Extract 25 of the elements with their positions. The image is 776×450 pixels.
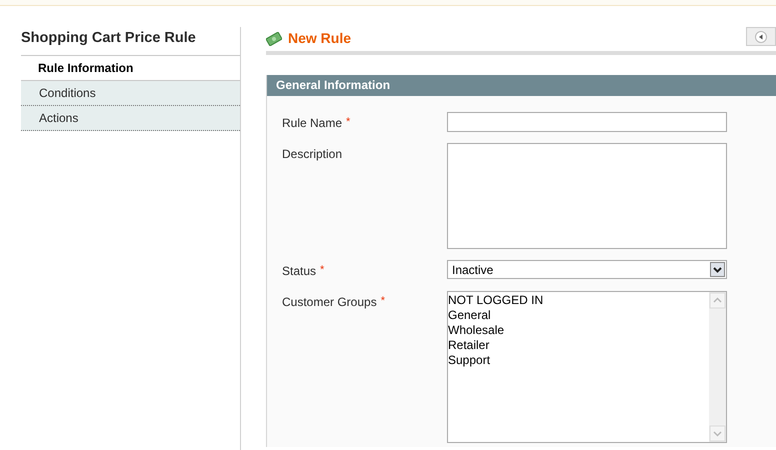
sidebar-tab[interactable]: Actions [21, 106, 240, 131]
required-mark: * [346, 115, 350, 130]
required-mark: * [320, 263, 324, 278]
section-header: General Information [267, 75, 776, 96]
back-button[interactable] [746, 27, 776, 46]
status-dropdown[interactable]: Inactive [447, 260, 727, 279]
scroll-up-icon[interactable] [709, 292, 726, 309]
sidebar-tab[interactable]: Conditions [21, 81, 240, 106]
customer-groups-list[interactable]: NOT LOGGED IN General Wholesale Retailer Support [447, 291, 727, 443]
field-label: Rule Name [282, 115, 342, 132]
money-icon [266, 32, 282, 46]
field-label: Description [282, 146, 342, 163]
rule-name-field[interactable] [447, 112, 727, 132]
list-option[interactable]: General [448, 308, 709, 323]
field-label: Status [282, 263, 316, 280]
list-option[interactable]: Retailer [448, 338, 709, 353]
list-option[interactable]: NOT LOGGED IN [448, 293, 709, 308]
list-option[interactable]: Support [448, 353, 709, 368]
description-field[interactable] [447, 143, 727, 249]
list-option[interactable]: Wholesale [448, 323, 709, 338]
page-title: New Rule [288, 29, 352, 48]
required-mark: * [380, 294, 385, 309]
scroll-down-icon[interactable] [709, 425, 726, 442]
scrollbar[interactable] [709, 292, 726, 442]
field-label: Customer Groups [282, 294, 377, 311]
